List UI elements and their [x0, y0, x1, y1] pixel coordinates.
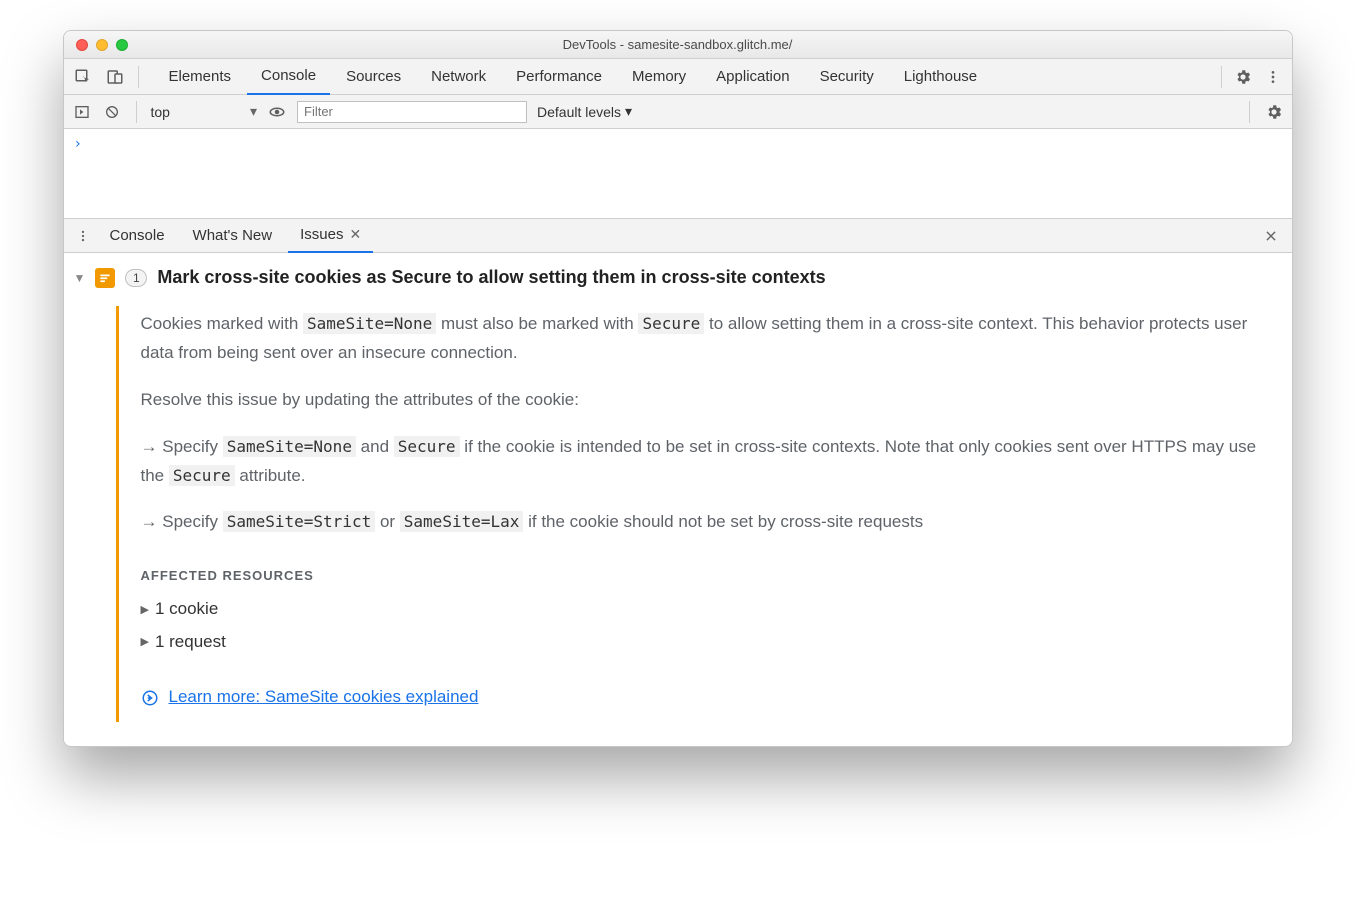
chevron-down-icon: ▾ — [250, 103, 257, 120]
chevron-down-icon: ▾ — [625, 103, 632, 120]
close-icon[interactable]: ✕ — [349, 226, 361, 243]
more-options-icon[interactable] — [1260, 64, 1286, 90]
filter-input[interactable] — [297, 101, 527, 123]
issue-count-badge: 1 — [125, 269, 147, 287]
drawer-tab-issues[interactable]: Issues ✕ — [288, 219, 373, 253]
arrow-icon: → — [141, 512, 163, 531]
tab-sources[interactable]: Sources — [332, 59, 415, 95]
learn-more-link[interactable]: Learn more: SameSite cookies explained — [169, 683, 479, 712]
context-label: top — [151, 104, 170, 120]
tab-application[interactable]: Application — [702, 59, 803, 95]
device-toolbar-icon[interactable] — [102, 64, 128, 90]
code-samesite-none: SameSite=None — [303, 313, 436, 334]
code-secure: Secure — [638, 313, 704, 334]
context-selector[interactable]: top ▾ — [151, 103, 258, 120]
window-title: DevTools - samesite-sandbox.glitch.me/ — [64, 37, 1292, 52]
log-levels-label: Default levels — [537, 104, 621, 120]
issue-description-1: Cookies marked with SameSite=None must a… — [141, 310, 1262, 368]
issue-body: Cookies marked with SameSite=None must a… — [116, 306, 1282, 722]
drawer-tab-whatsnew[interactable]: What's New — [181, 219, 285, 253]
close-drawer-icon[interactable] — [1258, 225, 1284, 247]
tab-network[interactable]: Network — [417, 59, 500, 95]
devtools-window: DevTools - samesite-sandbox.glitch.me/ E… — [63, 30, 1293, 747]
main-tabstrip: Elements Console Sources Network Perform… — [64, 59, 1292, 95]
issue-header[interactable]: ▼ 1 Mark cross-site cookies as Secure to… — [74, 267, 1282, 288]
issue-bullet-1: → Specify SameSite=None and Secure if th… — [141, 433, 1262, 491]
warning-icon — [95, 268, 115, 288]
learn-more-row: Learn more: SameSite cookies explained — [141, 683, 1262, 712]
expand-triangle-icon: ▶ — [141, 601, 149, 620]
tab-lighthouse[interactable]: Lighthouse — [890, 59, 991, 95]
titlebar: DevTools - samesite-sandbox.glitch.me/ — [64, 31, 1292, 59]
issue-description-2: Resolve this issue by updating the attri… — [141, 386, 1262, 415]
expand-caret-icon: ▼ — [74, 271, 86, 285]
live-expression-icon[interactable] — [267, 102, 287, 122]
tab-console[interactable]: Console — [247, 59, 330, 95]
inspect-element-icon[interactable] — [70, 64, 96, 90]
affected-resource-request[interactable]: ▶ 1 request — [141, 628, 1262, 657]
settings-gear-icon[interactable] — [1230, 64, 1256, 90]
console-prompt: › — [74, 136, 82, 152]
tab-performance[interactable]: Performance — [502, 59, 616, 95]
tab-elements[interactable]: Elements — [155, 59, 246, 95]
drawer-tab-console[interactable]: Console — [98, 219, 177, 253]
affected-resources-heading: Affected Resources — [141, 565, 1262, 587]
issue-bullet-2: → Specify SameSite=Strict or SameSite=La… — [141, 508, 1262, 537]
tab-memory[interactable]: Memory — [618, 59, 700, 95]
toggle-sidebar-icon[interactable] — [72, 102, 92, 122]
external-link-icon — [141, 689, 159, 707]
drawer-more-icon[interactable] — [72, 229, 94, 243]
expand-triangle-icon: ▶ — [141, 633, 149, 652]
issue-title: Mark cross-site cookies as Secure to all… — [157, 267, 825, 288]
console-settings-gear-icon[interactable] — [1264, 102, 1284, 122]
affected-resource-cookie[interactable]: ▶ 1 cookie — [141, 595, 1262, 624]
tab-security[interactable]: Security — [806, 59, 888, 95]
log-levels-selector[interactable]: Default levels ▾ — [537, 103, 632, 120]
drawer-tabstrip: Console What's New Issues ✕ — [64, 219, 1292, 253]
arrow-icon: → — [141, 437, 163, 456]
clear-console-icon[interactable] — [102, 102, 122, 122]
issues-panel: ▼ 1 Mark cross-site cookies as Secure to… — [64, 253, 1292, 746]
console-toolbar: top ▾ Default levels ▾ — [64, 95, 1292, 129]
console-body[interactable]: › — [64, 129, 1292, 219]
